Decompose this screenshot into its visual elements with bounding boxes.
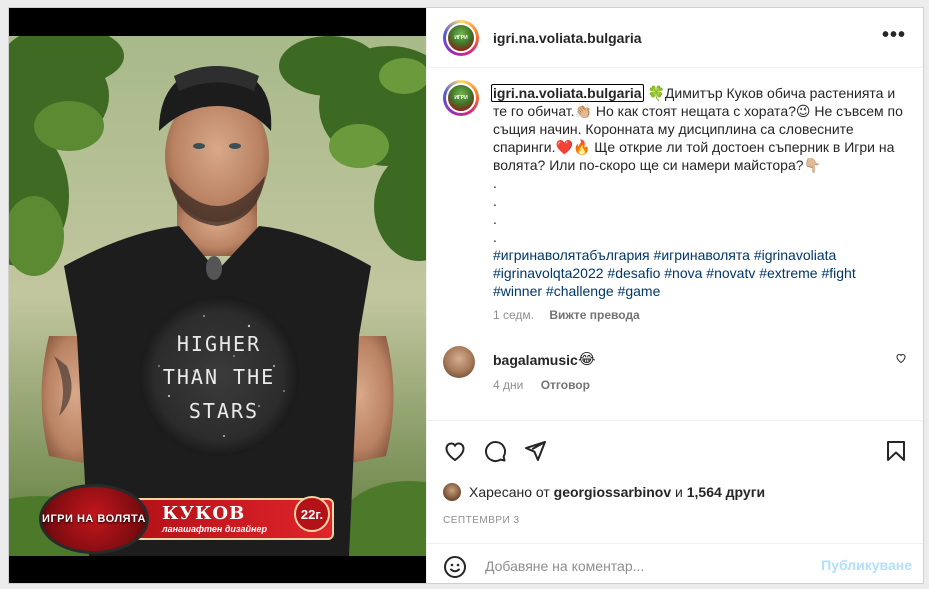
caption-area: ИГРИ igri.na.voliata.bulgaria 🍀Димитър К… [427, 68, 923, 428]
author-avatar[interactable]: ИГРИ [443, 20, 479, 56]
caption-dot: . [493, 175, 497, 191]
hashtags: #игринаволятабългария #игринаволята #igr… [493, 247, 856, 299]
hashtag-link[interactable]: #novatv [706, 265, 755, 281]
caption-avatar[interactable]: ИГРИ [443, 80, 479, 116]
caption-dot: . [493, 211, 497, 227]
action-bar: Харесано от georgiossarbinov и 1,564 дру… [427, 420, 923, 583]
point-down-emoji: 👇🏼 [803, 157, 821, 173]
commenter-avatar[interactable] [443, 346, 475, 378]
emoji-icon[interactable] [443, 555, 467, 582]
reply-button[interactable]: Отговор [541, 378, 590, 392]
hashtag-link[interactable]: #challenge [546, 283, 614, 299]
comment-input[interactable] [483, 554, 807, 578]
shirt-text-higher: HIGHER [177, 332, 261, 356]
share-icon[interactable] [523, 439, 547, 466]
show-logo-text: ИГРИ НА ВОЛЯТА [42, 513, 146, 525]
caption-username[interactable]: igri.na.voliata.bulgaria [491, 84, 644, 102]
add-comment-bar: Публикуване [427, 543, 923, 583]
post-comment-button[interactable]: Публикуване [821, 557, 912, 573]
comment-time[interactable]: 4 дни [493, 378, 523, 392]
caption-dot: . [493, 229, 497, 245]
likes-others[interactable]: 1,564 други [687, 484, 765, 500]
caption-text: igri.na.voliata.bulgaria 🍀Димитър Куков … [491, 84, 903, 300]
bookmark-icon[interactable] [884, 439, 908, 466]
hashtag-link[interactable]: #winner [493, 283, 542, 299]
comment-icon[interactable] [483, 439, 507, 466]
likes-joiner: и [675, 484, 683, 500]
contestant-name: КУКОВ [162, 503, 246, 524]
heart-icon[interactable] [443, 439, 467, 466]
post-image-panel: HIGHER THAN THE STARS КУКОВ ланашафтен д… [9, 8, 426, 583]
translate-button[interactable]: Вижте превода [549, 308, 639, 322]
avatar-logo-text: ИГРИ [454, 35, 468, 41]
small-heart-icon[interactable] [895, 352, 907, 367]
wink-emoji: 😉 [795, 103, 811, 119]
hashtag-link[interactable]: #igrinavoliata [754, 247, 837, 263]
liker-username[interactable]: georgiossarbinov [554, 484, 671, 500]
post-image[interactable]: HIGHER THAN THE STARS КУКОВ ланашафтен д… [9, 36, 426, 556]
comment-text: 😂 [578, 351, 596, 368]
hashtag-link[interactable]: #игринаволята [654, 247, 750, 263]
liker-avatar[interactable] [443, 483, 461, 501]
caption-meta: 1 седм. Вижте превода [493, 308, 640, 322]
contestant-badge: КУКОВ ланашафтен дизайнер 22г. ИГРИ НА В… [39, 484, 359, 554]
clap-emoji: 👏🏼 [574, 103, 592, 119]
caption-time[interactable]: 1 седм. [493, 308, 534, 322]
instagram-post-dialog: HIGHER THAN THE STARS КУКОВ ланашафтен д… [8, 7, 924, 584]
post-sidebar: ИГРИ igri.na.voliata.bulgaria ••• ИГРИ i… [426, 8, 923, 583]
hashtag-link[interactable]: #game [618, 283, 661, 299]
shirt-text-stars: STARS [189, 399, 259, 423]
more-icon[interactable]: ••• [882, 24, 906, 47]
comment-meta: 4 дни Отговор [493, 378, 590, 392]
caption-text-2: Но как стоят нещата с хората? [592, 103, 796, 119]
caption-dot: . [493, 193, 497, 209]
heart-emoji: ❤️ [555, 139, 573, 155]
clover-emoji: 🍀 [647, 85, 665, 101]
hashtag-link[interactable]: #fight [821, 265, 855, 281]
shirt-text-than-the: THAN THE [163, 365, 275, 389]
hashtag-link[interactable]: #extreme [759, 265, 817, 281]
contestant-role: ланашафтен дизайнер [162, 524, 267, 534]
likes-summary: Харесано от georgiossarbinov и 1,564 дру… [443, 483, 765, 501]
post-header: ИГРИ igri.na.voliata.bulgaria ••• [427, 8, 923, 68]
hashtag-link[interactable]: #desafio [607, 265, 660, 281]
fire-emoji: 🔥 [572, 139, 591, 155]
post-date[interactable]: СЕПТЕМВРИ 3 [443, 515, 520, 526]
hashtag-link[interactable]: #nova [664, 265, 702, 281]
likes-prefix: Харесано от [469, 484, 550, 500]
contestant-age: 22г. [294, 496, 330, 532]
commenter-username[interactable]: bagalamusic [493, 352, 578, 368]
hashtag-link[interactable]: #igrinavolqta2022 [493, 265, 604, 281]
author-username[interactable]: igri.na.voliata.bulgaria [493, 30, 642, 46]
show-logo: ИГРИ НА ВОЛЯТА [39, 484, 149, 554]
hashtag-link[interactable]: #игринаволятабългария [493, 247, 650, 263]
comment-item: bagalamusic 😂 4 дни Отговор [443, 346, 913, 406]
